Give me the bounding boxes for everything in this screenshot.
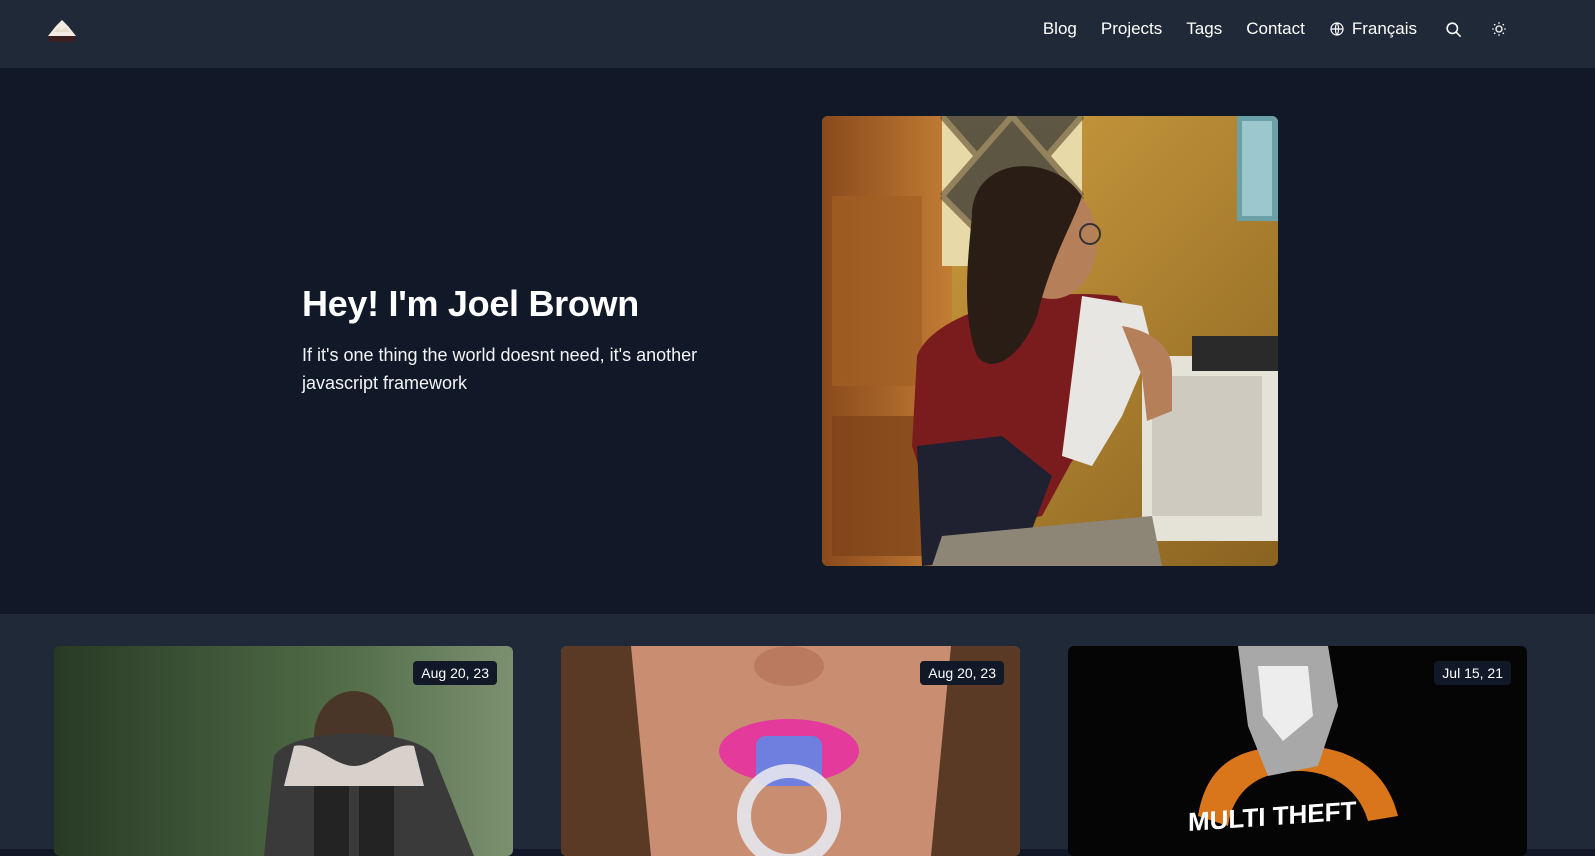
main-nav: Blog Projects Tags Contact Français (1043, 0, 1509, 58)
sun-icon (1492, 22, 1506, 36)
post-date-badge: Jul 15, 21 (1434, 661, 1511, 685)
search-icon (1445, 21, 1461, 37)
nav-link-tags[interactable]: Tags (1186, 19, 1222, 39)
nav-link-projects[interactable]: Projects (1101, 19, 1162, 39)
hero-subtitle: If it's one thing the world doesnt need,… (302, 345, 698, 394)
language-switcher[interactable]: Français (1329, 19, 1417, 39)
hero-section: Hey! I'm Joel Brown If it's one thing th… (0, 68, 1595, 614)
hero-title: Hey! I'm Joel Brown (302, 283, 639, 324)
post-card[interactable]: Aug 20, 23 (54, 646, 513, 856)
nav-link-contact[interactable]: Contact (1246, 19, 1305, 39)
site-header: Blog Projects Tags Contact Français (0, 0, 1595, 68)
profile-photo (822, 116, 1278, 566)
post-card[interactable]: Aug 20, 23 (561, 646, 1020, 856)
post-card[interactable]: MULTI THEFT Jul 15, 21 (1068, 646, 1527, 856)
hero-text: Hey! I'm Joel Brown If it's one thing th… (302, 283, 762, 397)
post-date-badge: Aug 20, 23 (920, 661, 1004, 685)
mountain-logo-icon (46, 20, 78, 42)
globe-icon (1330, 22, 1344, 36)
theme-toggle-button[interactable] (1489, 19, 1509, 39)
search-button[interactable] (1443, 19, 1463, 39)
recent-posts: Aug 20, 23 Aug 20, 23 MULTI THEFT Jul 15… (0, 614, 1595, 856)
nav-link-blog[interactable]: Blog (1043, 19, 1077, 39)
post-date-badge: Aug 20, 23 (413, 661, 497, 685)
language-label: Français (1351, 19, 1417, 38)
home-logo-link[interactable] (44, 10, 80, 46)
